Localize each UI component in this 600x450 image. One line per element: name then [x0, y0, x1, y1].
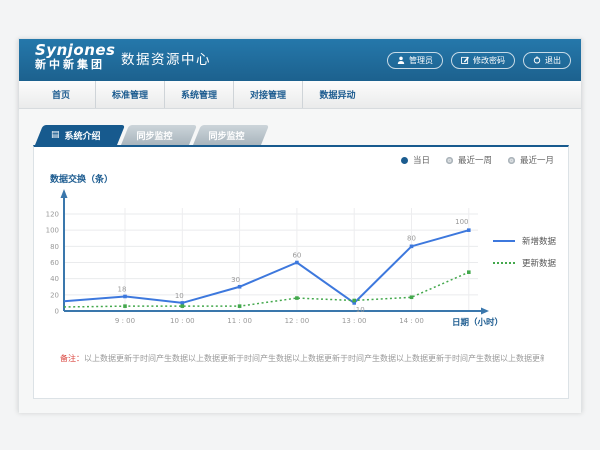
- legend-item-updated-data[interactable]: 更新数据: [493, 257, 556, 269]
- logo-text-en: Synjones: [35, 43, 116, 59]
- solid-line-sample: [493, 240, 515, 242]
- svg-text:80: 80: [407, 234, 416, 242]
- svg-text:60: 60: [50, 259, 59, 267]
- app-window: Synjones 新中新集团 数据资源中心 管理员 修改密码 退出: [18, 38, 582, 412]
- svg-text:0: 0: [55, 308, 59, 316]
- tab-sync-monitor-1[interactable]: 同步监控: [121, 125, 189, 145]
- radio-last-week[interactable]: 最近一周: [446, 154, 492, 166]
- footnote-label: 备注：: [60, 354, 84, 363]
- svg-text:9 : 00: 9 : 00: [115, 317, 135, 325]
- main-nav: 首页 标准管理 系统管理 对接管理 数据异动: [19, 81, 581, 109]
- company-logo: Synjones 新中新集团: [35, 43, 116, 70]
- svg-text:60: 60: [292, 252, 301, 260]
- svg-text:10 : 00: 10 : 00: [170, 317, 195, 325]
- footnote: 备注：以上数据更新于时间产生数据以上数据更新于时间产生数据以上数据更新于时间产生…: [60, 354, 544, 364]
- svg-text:18: 18: [118, 285, 127, 293]
- logo-text-cn: 新中新集团: [35, 59, 116, 71]
- page-title: 数据资源中心: [121, 39, 211, 81]
- svg-text:20: 20: [50, 291, 59, 299]
- tab-sync-monitor-2[interactable]: 同步监控: [193, 125, 261, 145]
- svg-text:13 : 00: 13 : 00: [342, 317, 367, 325]
- chart-panel: 当日 最近一周 最近一月 数据交换（条） 0204060801001209 : …: [33, 145, 569, 399]
- svg-text:10: 10: [356, 306, 365, 314]
- dotted-line-sample: [493, 262, 515, 264]
- content-area: ▤ 系统介绍 同步监控 同步监控 当日 最近一周: [19, 109, 581, 413]
- radio-icon: [401, 157, 408, 164]
- edit-icon: [461, 56, 469, 64]
- svg-text:14 : 00: 14 : 00: [399, 317, 424, 325]
- svg-text:40: 40: [50, 275, 59, 283]
- svg-text:100: 100: [46, 227, 59, 235]
- app-header: Synjones 新中新集团 数据资源中心 管理员 修改密码 退出: [19, 39, 581, 81]
- svg-text:10: 10: [175, 292, 184, 300]
- time-range-filter: 当日 最近一周 最近一月: [401, 154, 554, 166]
- tab-system-intro[interactable]: ▤ 系统介绍: [35, 125, 117, 145]
- nav-item-home[interactable]: 首页: [27, 81, 96, 108]
- svg-text:30: 30: [231, 276, 240, 284]
- header-actions: 管理员 修改密码 退出: [387, 39, 571, 81]
- line-chart: 0 20 40 60 80 100 120 9 : 00 10 : 00 11 : 00 12 : …: [42, 183, 512, 338]
- svg-text:日期（小时）: 日期（小时）: [452, 317, 503, 328]
- nav-item-data-change[interactable]: 数据异动: [303, 81, 372, 108]
- change-password-button[interactable]: 修改密码: [451, 52, 515, 69]
- footnote-text: 以上数据更新于时间产生数据以上数据更新于时间产生数据以上数据更新于时间产生数据以…: [84, 354, 544, 363]
- admin-user-button[interactable]: 管理员: [387, 52, 443, 69]
- legend-item-new-data[interactable]: 新增数据: [493, 235, 556, 247]
- radio-icon: [508, 157, 515, 164]
- nav-item-interface-mgmt[interactable]: 对接管理: [234, 81, 303, 108]
- form-icon: ▤: [51, 131, 60, 140]
- svg-text:120: 120: [46, 211, 59, 219]
- power-icon: [533, 56, 541, 64]
- radio-icon: [446, 157, 453, 164]
- radio-last-month[interactable]: 最近一月: [508, 154, 554, 166]
- nav-item-standard-mgmt[interactable]: 标准管理: [96, 81, 165, 108]
- logout-button[interactable]: 退出: [523, 52, 571, 69]
- chart-legend: 新增数据 更新数据: [493, 235, 556, 269]
- user-icon: [397, 56, 405, 64]
- svg-text:12 : 00: 12 : 00: [285, 317, 310, 325]
- radio-today[interactable]: 当日: [401, 154, 430, 166]
- svg-text:11 : 00: 11 : 00: [227, 317, 252, 325]
- tab-bar: ▤ 系统介绍 同步监控 同步监控: [35, 125, 261, 145]
- nav-item-system-mgmt[interactable]: 系统管理: [165, 81, 234, 108]
- svg-text:80: 80: [50, 243, 59, 251]
- svg-text:100: 100: [455, 218, 468, 226]
